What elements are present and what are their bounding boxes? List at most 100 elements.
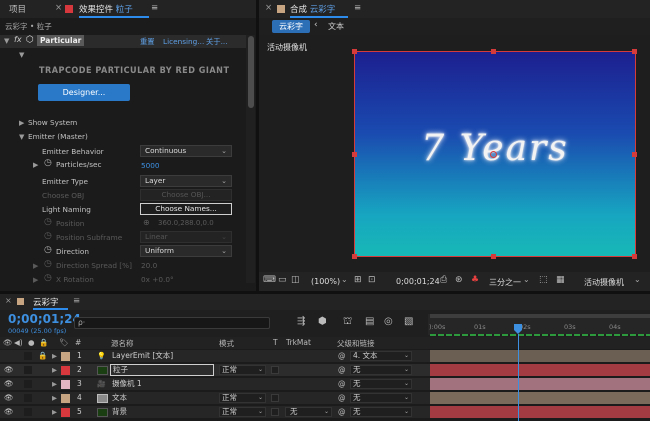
chevron-down-icon[interactable]: ⌄ xyxy=(523,275,530,284)
layer-name[interactable]: 背景 xyxy=(112,406,127,418)
tab-effect-controls[interactable]: 效果控件 粒子 xyxy=(79,3,133,15)
designer-button[interactable]: Designer... xyxy=(38,84,130,101)
licensing-link[interactable]: Licensing... xyxy=(163,37,204,46)
layer-row[interactable]: 👁 ▶ 4 文本 正常 ⌄ @ 无 ⌄ xyxy=(0,392,650,405)
direction-stopwatch-icon[interactable]: ◷ xyxy=(44,245,52,255)
monitor-icon[interactable]: ▭ xyxy=(278,275,287,285)
layer-duration-bar[interactable] xyxy=(430,392,650,404)
close-icon[interactable]: × xyxy=(55,3,62,13)
col-mode[interactable]: 模式 xyxy=(219,338,234,349)
pickwhip-icon[interactable]: @ xyxy=(338,364,346,376)
fx-icon[interactable]: fx xyxy=(14,35,22,44)
layer-duration-bar[interactable] xyxy=(430,406,650,418)
timeline-comp-name[interactable]: 云彩字 xyxy=(33,296,59,308)
visibility-eye-icon[interactable]: 👁 xyxy=(4,392,14,404)
panel-menu-icon[interactable]: ≡ xyxy=(73,296,80,306)
transparency-grid-icon[interactable]: ▦ xyxy=(556,275,565,285)
draft-3d-icon[interactable]: ⬢ xyxy=(318,316,327,327)
layer-duration-bar[interactable] xyxy=(430,364,650,376)
col-source-name[interactable]: 源名称 xyxy=(111,338,134,349)
av-switch[interactable] xyxy=(24,408,32,416)
av-switch[interactable] xyxy=(24,394,32,402)
close-icon[interactable]: × xyxy=(265,3,272,13)
particles-sec-triangle[interactable]: ▶ xyxy=(33,161,38,169)
banner-triangle[interactable]: ▼ xyxy=(19,51,24,59)
emitter-master-triangle[interactable]: ▼ xyxy=(19,133,24,141)
visibility-eye-icon[interactable]: 👁 xyxy=(4,364,14,376)
visibility-eye-icon[interactable]: 👁 xyxy=(4,378,14,390)
close-icon[interactable]: × xyxy=(5,296,12,305)
preserve-transparency-box[interactable] xyxy=(271,394,279,402)
layer-label-swatch[interactable] xyxy=(61,380,70,389)
effects-scrollbar-thumb[interactable] xyxy=(248,36,254,108)
layer-row[interactable]: 👁 ▶ 3 🎥 摄像机 1 @ 无 ⌄ xyxy=(0,378,650,391)
reset-link[interactable]: 重置 xyxy=(140,37,155,47)
viewer-timecode[interactable]: 0;00;01;24 xyxy=(396,277,440,286)
handle[interactable] xyxy=(491,49,496,54)
anchor-point-icon[interactable] xyxy=(490,151,497,158)
av-switch[interactable] xyxy=(24,380,32,388)
layer-label-swatch[interactable] xyxy=(61,366,70,375)
zoom-value[interactable]: (100%) xyxy=(311,277,340,286)
emitter-behavior-dropdown[interactable]: Continuous ⌄ xyxy=(140,145,232,157)
handle[interactable] xyxy=(632,152,637,157)
panel-menu-icon[interactable]: ≡ xyxy=(151,3,158,13)
frame-blend-icon[interactable]: ▤ xyxy=(365,316,374,327)
mask-icon[interactable]: ⊡ xyxy=(368,275,376,285)
pickwhip-icon[interactable]: @ xyxy=(338,378,346,390)
effect-name[interactable]: Particular xyxy=(37,35,85,46)
grid-icon[interactable]: ⊞ xyxy=(354,275,362,285)
chevron-down-icon[interactable]: ⌄ xyxy=(634,275,641,284)
layer-label-swatch[interactable] xyxy=(61,394,70,403)
visibility-eye-icon[interactable]: 👁 xyxy=(4,406,14,418)
emitter-type-dropdown[interactable]: Layer ⌄ xyxy=(140,175,232,187)
handle[interactable] xyxy=(352,49,357,54)
view-dropdown[interactable]: 活动摄像机 xyxy=(584,277,624,288)
layer-row[interactable]: 👁 ▶ 5 背景 正常 ⌄ 无 ⌄ @ 无 ⌄ xyxy=(0,406,650,419)
choose-names-button[interactable]: Choose Names... xyxy=(140,203,232,215)
pickwhip-icon[interactable]: @ xyxy=(338,406,346,418)
expand-triangle[interactable]: ▶ xyxy=(52,364,57,376)
snapshot-icon[interactable]: ⎙ xyxy=(440,275,447,285)
region-icon[interactable]: ⬚ xyxy=(539,275,548,285)
col-trkmat[interactable]: TrkMat xyxy=(286,338,311,347)
particles-sec-value[interactable]: 5000 xyxy=(141,161,160,170)
comp-tab-text[interactable]: 文本 xyxy=(328,21,344,32)
preserve-transparency-box[interactable] xyxy=(271,408,279,416)
tab-composition[interactable]: 合成 云彩字 xyxy=(290,3,335,15)
graph-editor-icon[interactable]: ▧ xyxy=(404,316,413,327)
direction-dropdown[interactable]: Uniform ⌄ xyxy=(140,245,232,257)
handle[interactable] xyxy=(491,254,496,259)
layer-row[interactable]: 🔒 ▶ 1 💡 LayerEmit [文本] @4. 文本 ⌄ xyxy=(0,350,650,363)
expand-triangle[interactable]: ▶ xyxy=(52,378,57,390)
choose-obj-button[interactable]: Choose OBJ... xyxy=(140,189,232,201)
direction-spread-triangle[interactable]: ▶ xyxy=(33,262,38,270)
av-switch[interactable] xyxy=(24,366,32,374)
about-link[interactable]: 关于... xyxy=(206,37,228,47)
col-parent[interactable]: 父级和链接 xyxy=(337,338,375,349)
layer-row[interactable]: 👁 ▶ 2 粒子 正常 ⌄ @ 无 ⌄ xyxy=(0,364,650,377)
preserve-transparency-box[interactable] xyxy=(271,366,279,374)
channel-icon[interactable]: ◫ xyxy=(291,275,300,285)
x-rotation-triangle[interactable]: ▶ xyxy=(33,276,38,284)
layer-name[interactable]: 文本 xyxy=(112,392,127,404)
layer-name[interactable]: LayerEmit [文本] xyxy=(112,350,173,362)
stopwatch-icon[interactable]: ◷ xyxy=(44,158,52,168)
lock-icon[interactable]: 🔒 xyxy=(38,350,47,362)
handle[interactable] xyxy=(632,49,637,54)
layer-name[interactable]: 粒子 xyxy=(110,364,214,376)
expand-triangle[interactable]: ▶ xyxy=(52,406,57,418)
handle[interactable] xyxy=(352,152,357,157)
work-area-bar[interactable] xyxy=(430,314,650,318)
color-channel-icon[interactable]: ♣ xyxy=(471,275,479,285)
shy-icon[interactable]: ⛫ xyxy=(343,316,352,329)
expand-triangle[interactable]: ▶ xyxy=(52,392,57,404)
pickwhip-icon[interactable]: @ xyxy=(338,350,346,362)
show-snapshot-icon[interactable]: ⊛ xyxy=(455,275,463,285)
pickwhip-icon[interactable]: @ xyxy=(338,392,346,404)
motion-blur-icon[interactable]: ◎ xyxy=(384,316,393,327)
handle[interactable] xyxy=(632,254,637,259)
tab-project[interactable]: 项目 xyxy=(9,3,26,15)
av-switch[interactable] xyxy=(24,352,32,360)
resolution-dropdown[interactable]: 三分之一 xyxy=(489,277,521,288)
